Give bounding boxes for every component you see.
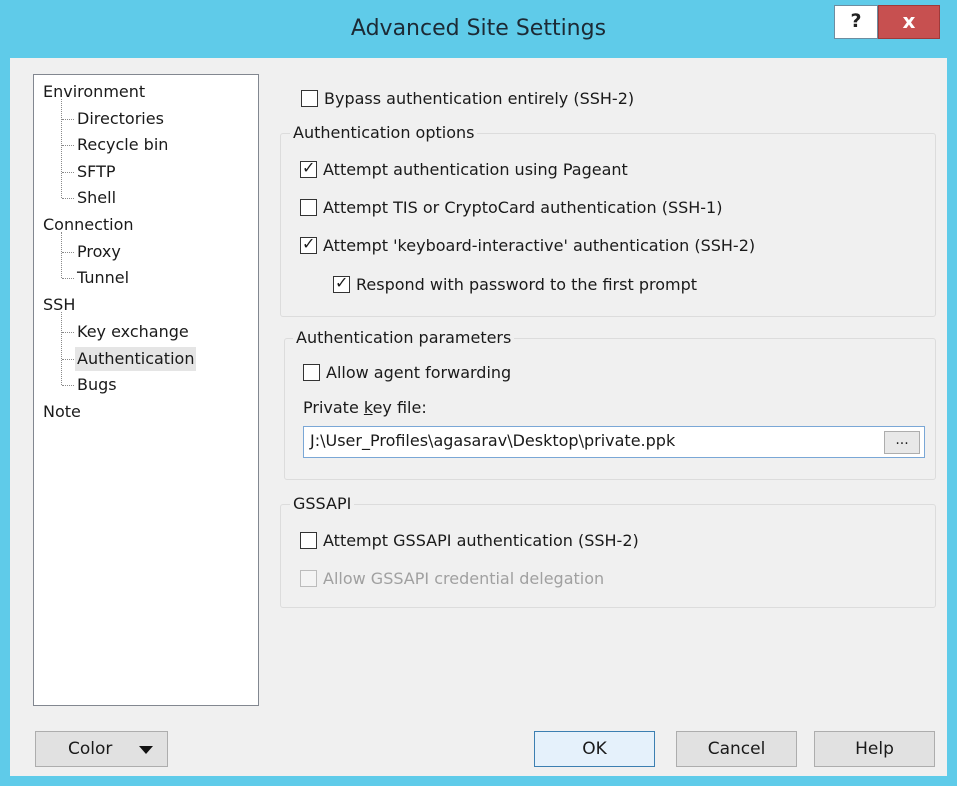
checkmark-icon: ✓	[302, 233, 316, 253]
tree-connector	[61, 312, 62, 385]
tree-item-proxy[interactable]: Proxy	[75, 240, 123, 264]
tree-item-tunnel[interactable]: Tunnel	[75, 266, 131, 290]
gssapi-group	[280, 504, 936, 608]
gssapi-delegation-option: Allow GSSAPI credential delegation	[300, 566, 604, 590]
dialog-window: Advanced Site Settings ? x Environment D…	[0, 0, 957, 786]
pageant-label: Attempt authentication using Pageant	[323, 159, 628, 179]
gssapi-delegation-checkbox	[300, 569, 317, 587]
ok-button[interactable]: OK	[534, 731, 655, 767]
tree-item-connection[interactable]: Connection	[43, 213, 134, 237]
agent-forwarding-label: Allow agent forwarding	[326, 362, 512, 382]
tree-item-bugs[interactable]: Bugs	[75, 373, 119, 397]
tree-item-key-exchange[interactable]: Key exchange	[75, 320, 191, 344]
gssapi-title: GSSAPI	[290, 494, 355, 513]
gssapi-attempt-option[interactable]: Attempt GSSAPI authentication (SSH-2)	[300, 528, 639, 552]
tree-connector	[62, 278, 74, 279]
tree-connector	[62, 252, 74, 253]
title-bar[interactable]: Advanced Site Settings ? x	[0, 0, 957, 58]
tree-item-sftp[interactable]: SFTP	[75, 160, 118, 184]
tree-connector	[62, 332, 74, 333]
tree-connector	[62, 385, 74, 386]
tree-item-recycle-bin[interactable]: Recycle bin	[75, 133, 170, 157]
private-key-input[interactable]: J:\User_Profiles\agasarav\Desktop\privat…	[303, 426, 925, 458]
auth-options-title: Authentication options	[290, 123, 478, 142]
auth-params-title: Authentication parameters	[293, 328, 515, 347]
agent-forwarding-checkbox[interactable]	[303, 363, 320, 381]
tree-item-environment[interactable]: Environment	[43, 80, 145, 104]
agent-forwarding-option[interactable]: Allow agent forwarding	[303, 360, 511, 384]
tree-connector	[61, 99, 62, 198]
tree-connector	[62, 119, 74, 120]
gssapi-attempt-label: Attempt GSSAPI authentication (SSH-2)	[323, 530, 639, 550]
tree-item-authentication[interactable]: Authentication	[75, 347, 197, 371]
close-button[interactable]: x	[878, 5, 940, 39]
tree-item-ssh[interactable]: SSH	[43, 293, 75, 317]
tree-connector	[62, 198, 74, 199]
tree-connector	[62, 145, 74, 146]
keyboard-interactive-checkbox[interactable]: ✓	[300, 233, 317, 254]
checkmark-icon: ✓	[302, 157, 316, 177]
pageant-checkbox[interactable]: ✓	[300, 157, 317, 178]
private-key-label-part: Private	[303, 398, 364, 417]
settings-tree[interactable]: Environment Directories Recycle bin SFTP…	[33, 74, 259, 706]
bypass-auth-option[interactable]: Bypass authentication entirely (SSH-2)	[301, 86, 634, 110]
respond-password-option[interactable]: ✓ Respond with password to the first pro…	[333, 272, 697, 296]
color-button-label: Color	[68, 739, 113, 759]
pageant-option[interactable]: ✓ Attempt authentication using Pageant	[300, 157, 628, 181]
keyboard-interactive-option[interactable]: ✓ Attempt 'keyboard-interactive' authent…	[300, 233, 755, 257]
gssapi-attempt-checkbox[interactable]	[300, 531, 317, 549]
private-key-label-part: ey file:	[372, 398, 427, 417]
private-key-label: Private key file:	[303, 398, 427, 417]
bypass-auth-label: Bypass authentication entirely (SSH-2)	[324, 88, 635, 108]
tis-label: Attempt TIS or CryptoCard authentication…	[323, 197, 723, 217]
gssapi-delegation-label: Allow GSSAPI credential delegation	[323, 568, 605, 588]
window-title: Advanced Site Settings	[350, 16, 607, 41]
tis-option[interactable]: Attempt TIS or CryptoCard authentication…	[300, 195, 722, 219]
keyboard-interactive-label: Attempt 'keyboard-interactive' authentic…	[323, 235, 756, 255]
tree-connector	[61, 232, 62, 278]
respond-password-label: Respond with password to the first promp…	[356, 274, 698, 294]
tree-item-note[interactable]: Note	[43, 400, 81, 424]
color-dropdown-button[interactable]: Color	[35, 731, 168, 767]
help-button[interactable]: Help	[814, 731, 935, 767]
tis-checkbox[interactable]	[300, 198, 317, 216]
browse-button[interactable]: ...	[884, 431, 920, 454]
tree-item-shell[interactable]: Shell	[75, 186, 118, 210]
checkmark-icon: ✓	[335, 272, 349, 292]
tree-connector	[62, 359, 74, 360]
tree-connector	[62, 172, 74, 173]
cancel-button[interactable]: Cancel	[676, 731, 797, 767]
dropdown-arrow-icon	[139, 746, 153, 754]
private-key-value: J:\User_Profiles\agasarav\Desktop\privat…	[310, 431, 676, 450]
dialog-client-area: Environment Directories Recycle bin SFTP…	[10, 58, 947, 776]
bypass-auth-checkbox[interactable]	[301, 89, 318, 107]
respond-password-checkbox[interactable]: ✓	[333, 272, 350, 293]
private-key-label-access-key: k	[363, 398, 373, 417]
tree-item-directories[interactable]: Directories	[75, 107, 166, 131]
help-title-button[interactable]: ?	[834, 5, 878, 39]
